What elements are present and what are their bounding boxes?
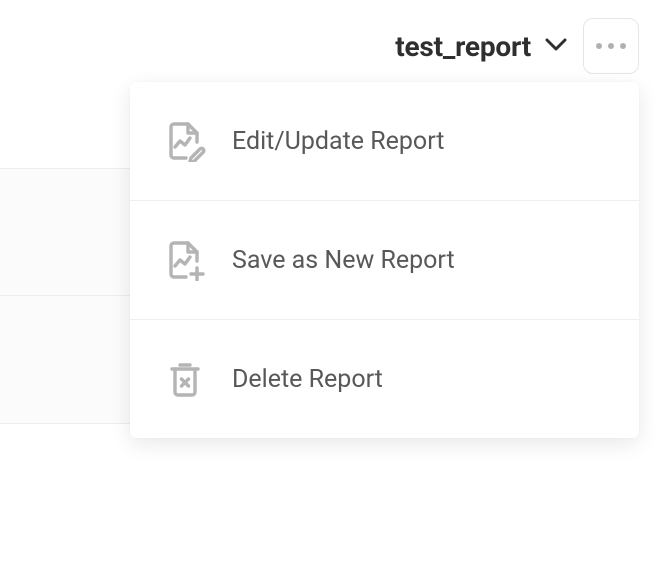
report-header: test_report: [0, 18, 661, 74]
edit-report-icon: [164, 120, 206, 162]
ellipsis-icon: [620, 43, 626, 49]
ellipsis-icon: [596, 43, 602, 49]
menu-item-edit-report[interactable]: Edit/Update Report: [130, 82, 639, 201]
chevron-down-icon: [545, 37, 567, 56]
menu-item-save-as-new-report[interactable]: Save as New Report: [130, 201, 639, 320]
list-row: [0, 296, 130, 424]
list-row: [0, 168, 130, 296]
menu-item-label: Edit/Update Report: [232, 127, 444, 156]
report-actions-menu: Edit/Update Report Save as New Report: [130, 82, 639, 438]
report-title: test_report: [395, 30, 531, 63]
save-as-new-report-icon: [164, 239, 206, 281]
menu-item-label: Delete Report: [232, 365, 383, 394]
report-title-dropdown[interactable]: test_report: [395, 30, 567, 63]
delete-report-icon: [164, 358, 206, 400]
more-actions-button[interactable]: [583, 18, 639, 74]
menu-item-delete-report[interactable]: Delete Report: [130, 320, 639, 438]
background-list-rows: [0, 168, 130, 424]
menu-item-label: Save as New Report: [232, 246, 455, 275]
ellipsis-icon: [608, 43, 614, 49]
